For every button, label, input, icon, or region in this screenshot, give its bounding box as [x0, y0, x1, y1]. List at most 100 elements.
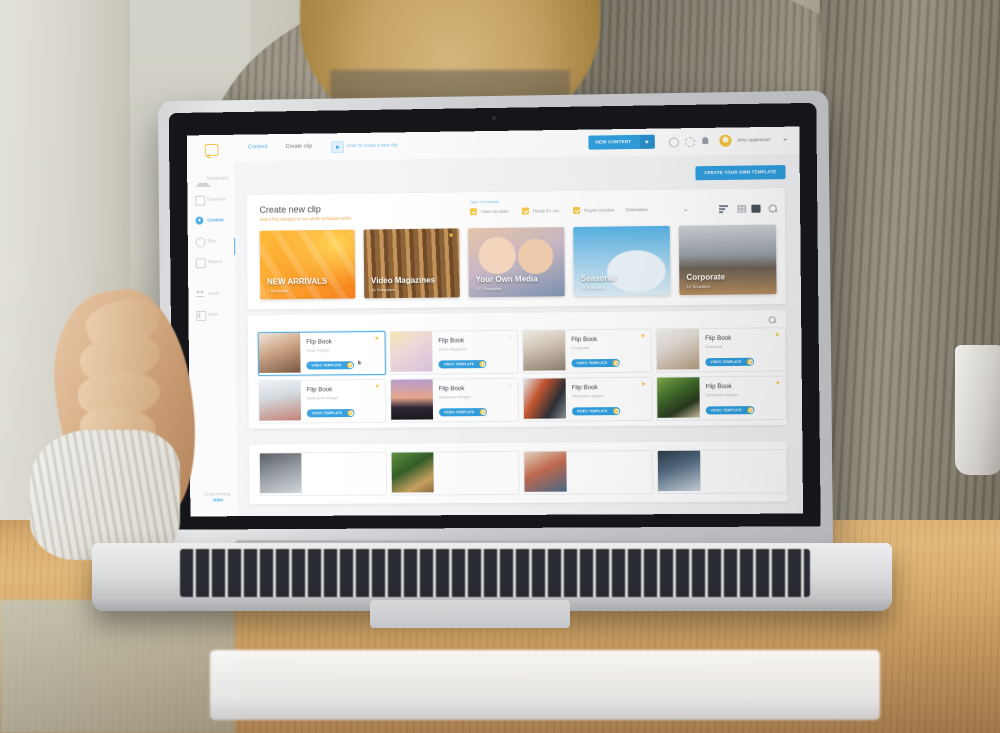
info-dot-icon[interactable]	[612, 408, 619, 415]
desk-glass-surface	[0, 600, 235, 733]
sidebar-item-content[interactable]: Content	[188, 211, 235, 228]
category-card[interactable]: Corporate 14 Templates	[678, 224, 777, 296]
star-icon[interactable]: ★	[640, 334, 645, 340]
template-name: Flip Book	[705, 334, 732, 343]
info-dot-icon[interactable]	[346, 362, 353, 369]
list-view-icon[interactable]	[751, 204, 761, 213]
star-icon[interactable]: ★	[775, 381, 781, 387]
star-icon[interactable]: ★	[641, 382, 646, 388]
template-card[interactable]: Flip Book Video Magazine VIDEO TEMPLATE …	[389, 329, 519, 375]
webcam	[492, 116, 496, 120]
checkbox-ready-for-use[interactable]	[521, 207, 529, 215]
template-subtitle: Slideshow Widget	[438, 394, 471, 400]
category-card[interactable]: NEW ARRIVALS 7 Templates	[259, 229, 356, 300]
category-title: Video Magazines	[371, 275, 436, 286]
grid-search-icon[interactable]	[768, 316, 776, 324]
template-card[interactable]: Flip Book Seasonal VIDEO TEMPLATE ★	[655, 327, 787, 373]
template-thumbnail	[523, 378, 567, 419]
sidebar-item-more[interactable]: More	[188, 306, 235, 323]
sidebar-item-label: Content	[207, 217, 224, 223]
sort-icon[interactable]	[719, 205, 729, 214]
sidebar-item-users[interactable]: Users	[188, 285, 235, 302]
chat-bubble-logo[interactable]	[204, 143, 219, 157]
laptop-screen: Content - Create clip How To create a ne…	[186, 126, 804, 517]
categories-panel: Create new clip Select first category to…	[246, 188, 786, 310]
checkbox-region-template[interactable]	[572, 206, 581, 214]
info-dot-icon[interactable]	[347, 410, 354, 417]
sidebar-item-play[interactable]: Play	[188, 232, 235, 249]
template-card[interactable]: Flip Book Slideshow Widget VIDEO TEMPLAT…	[522, 376, 653, 422]
help-circle-icon[interactable]	[668, 137, 680, 148]
category-card[interactable]: Seasonal 14 Templates	[573, 225, 671, 297]
grid-view-icon[interactable]	[737, 204, 747, 213]
chevron-down-icon[interactable]	[783, 138, 788, 141]
template-subtitle: Slideshow Widget	[705, 392, 738, 398]
person-arm-right	[820, 0, 1000, 560]
star-icon[interactable]: ★	[374, 336, 379, 342]
video-play-icon[interactable]	[331, 141, 345, 154]
breadcrumb-create-clip[interactable]: Create clip	[286, 144, 313, 150]
star-icon[interactable]: ☆	[507, 335, 512, 341]
template-card[interactable]	[390, 450, 520, 496]
bell-icon[interactable]	[702, 136, 709, 145]
sidebar-item-overview[interactable]: Overview	[187, 190, 234, 207]
badge-label: VIDEO TEMPLATE	[710, 359, 742, 365]
chevron-down-icon[interactable]	[683, 209, 688, 212]
category-count: 7 Templates	[267, 288, 289, 294]
orientation-select[interactable]: Orientation	[625, 207, 648, 212]
star-icon[interactable]: ★	[375, 384, 380, 390]
breadcrumb-separator: -	[277, 144, 280, 151]
info-dot-icon[interactable]	[479, 409, 486, 416]
template-card[interactable]	[656, 449, 788, 495]
star-icon[interactable]: ☆	[507, 383, 512, 389]
web-application: Content - Create clip How To create a ne…	[186, 126, 804, 517]
video-template-badge: VIDEO TEMPLATE	[571, 407, 620, 416]
template-card[interactable]: Flip Book News Widget VIDEO TEMPLATE ★	[257, 331, 386, 376]
template-name: Flip Book	[571, 384, 598, 392]
howto-link[interactable]: How To create a new clip	[347, 142, 398, 148]
user-avatar[interactable]	[719, 134, 732, 147]
badge-label: VIDEO TEMPLATE	[311, 411, 343, 416]
template-thumbnail	[259, 380, 302, 421]
template-subtitle: Video Magazine	[438, 346, 467, 352]
badge-label: VIDEO TEMPLATE	[443, 410, 475, 415]
badge-label: VIDEO TEMPLATE	[576, 361, 608, 366]
breadcrumb-content[interactable]: Content	[248, 144, 267, 150]
sweater-cuff	[30, 430, 180, 560]
template-thumbnail	[656, 329, 700, 370]
users-icon	[196, 289, 205, 298]
main-content: CREATE YOUR OWN TEMPLATE Create new clip…	[234, 153, 804, 517]
info-dot-icon[interactable]	[612, 359, 619, 366]
templates-panel: Flip Book News Widget VIDEO TEMPLATE ★ F…	[247, 310, 787, 429]
template-subtitle: Seasonal	[705, 343, 723, 350]
user-name[interactable]: John Appleseed	[737, 137, 770, 143]
template-card[interactable]: Flip Book Slideshow Widget VIDEO TEMPLAT…	[389, 377, 519, 423]
sidebar-item-players[interactable]: Players	[188, 253, 235, 270]
coffee-cup	[955, 345, 1000, 475]
content-dot-icon	[195, 216, 204, 225]
greeting: Good morning, John	[198, 491, 238, 502]
info-dot-icon[interactable]	[746, 358, 753, 365]
refresh-icon[interactable]	[685, 137, 696, 148]
checkbox-video-template[interactable]	[469, 208, 477, 216]
template-card[interactable]: Flip Book Slideshow Widget VIDEO TEMPLAT…	[656, 375, 787, 421]
new-content-button[interactable]: NEW CONTENT	[588, 134, 655, 150]
badge-label: VIDEO TEMPLATE	[443, 362, 474, 367]
sidebar-item-dashboard[interactable]: Dashboard	[187, 170, 234, 188]
template-card[interactable]	[258, 451, 388, 497]
template-card[interactable]: Flip Book Slideshow Widget VIDEO TEMPLAT…	[258, 378, 387, 424]
chevron-down-icon[interactable]	[639, 134, 655, 149]
search-icon[interactable]	[768, 204, 777, 213]
info-dot-icon[interactable]	[746, 407, 753, 414]
template-card[interactable]: Flip Book Corporate VIDEO TEMPLATE ★	[522, 328, 653, 374]
sidebar-item-label: More	[208, 311, 219, 317]
star-icon[interactable]: ★	[775, 332, 781, 338]
create-own-template-button[interactable]: CREATE YOUR OWN TEMPLATE	[695, 165, 786, 181]
star-icon[interactable]: ★	[448, 232, 454, 239]
category-card[interactable]: Your Own Media 127 Templates	[468, 227, 565, 298]
category-card[interactable]: ★ Video Magazines 38 Templates	[363, 228, 460, 299]
video-template-badge: VIDEO TEMPLATE	[438, 360, 486, 369]
category-title: Corporate	[686, 272, 726, 282]
info-dot-icon[interactable]	[478, 361, 485, 368]
template-card[interactable]	[523, 449, 654, 495]
